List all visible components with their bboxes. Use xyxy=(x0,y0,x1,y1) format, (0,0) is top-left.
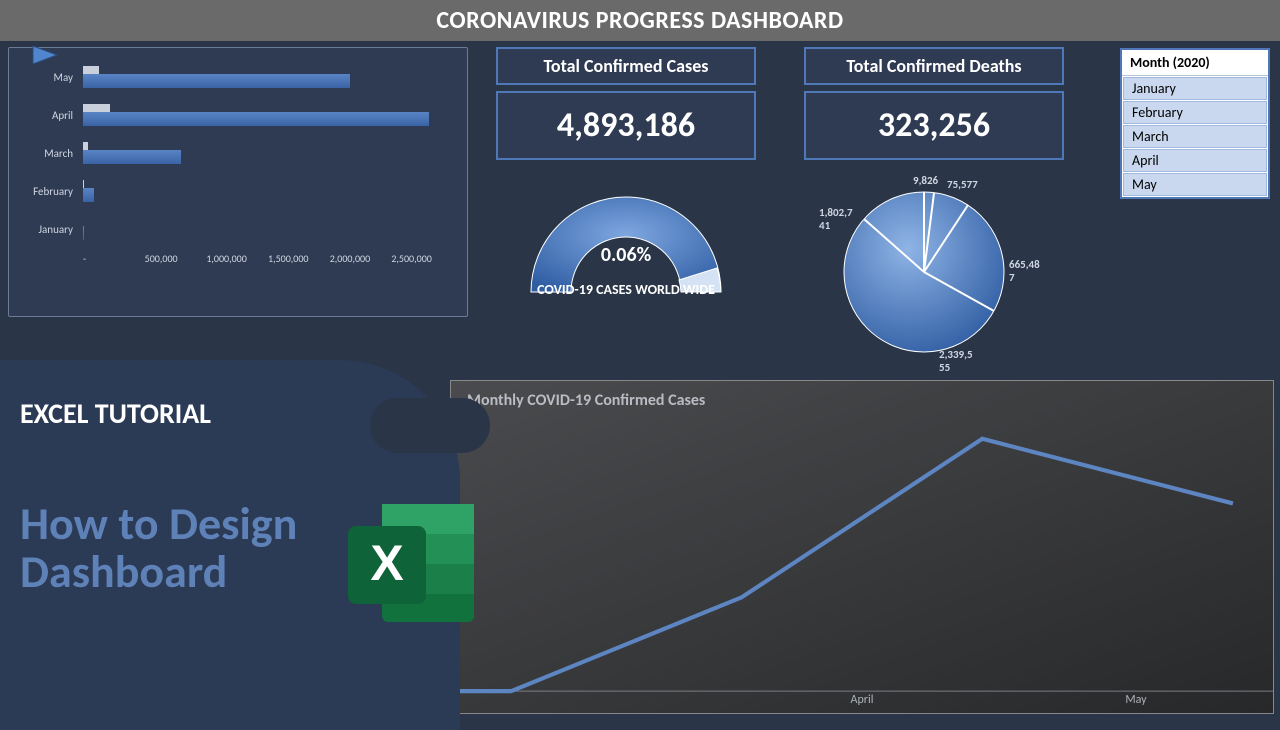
slicer-item[interactable]: April xyxy=(1123,149,1267,172)
deaths-label: Total Confirmed Deaths xyxy=(804,47,1064,85)
gauge-chart: 0.06% COVID-19 CASES WORLD WIDE xyxy=(496,172,756,298)
bar-chart-x-axis: -500,0001,000,0001,500,0002,000,0002,500… xyxy=(83,252,453,265)
page-title: CORONAVIRUS PROGRESS DASHBOARD xyxy=(0,0,1280,41)
bar-row: April xyxy=(27,96,453,134)
pie-label: 1,802,7 41 xyxy=(819,206,853,232)
pie-label: 75,577 xyxy=(947,178,978,191)
deaths-value: 323,256 xyxy=(804,91,1064,160)
bar-category-label: April xyxy=(27,109,77,122)
cases-label: Total Confirmed Cases xyxy=(496,47,756,85)
month-slicer[interactable]: Month (2020) JanuaryFebruaryMarchAprilMa… xyxy=(1120,48,1270,199)
bar-row: January xyxy=(27,210,453,248)
excel-icon: X xyxy=(340,490,490,640)
line-chart-title: Monthly COVID-19 Confirmed Cases xyxy=(451,381,1273,420)
bar-chart: May April March February January -500,0001,0… xyxy=(8,47,468,317)
cases-value: 4,893,186 xyxy=(496,91,756,160)
tutorial-subtitle: EXCEL TUTORIAL xyxy=(20,396,211,431)
gauge-value: 0.06% xyxy=(496,243,756,267)
pie-label: 665,48 7 xyxy=(1009,258,1040,284)
bar-category-label: February xyxy=(27,185,77,198)
bar-row: March xyxy=(27,134,453,172)
slicer-item[interactable]: January xyxy=(1123,77,1267,100)
tutorial-title: How to DesignDashboard xyxy=(20,500,297,597)
pie-label: 2,339,5 55 xyxy=(939,348,973,374)
bar-category-label: May xyxy=(27,71,77,84)
pie-chart: 9,826 75,577 665,48 7 2,339,5 55 1,802,7… xyxy=(819,172,1049,367)
bar-row: May xyxy=(27,58,453,96)
line-chart: Monthly COVID-19 Confirmed Cases April M… xyxy=(450,380,1274,714)
bar-category-label: March xyxy=(27,147,77,160)
slicer-item[interactable]: March xyxy=(1123,125,1267,148)
slicer-item[interactable]: May xyxy=(1123,173,1267,196)
slicer-item[interactable]: February xyxy=(1123,101,1267,124)
svg-text:X: X xyxy=(370,535,403,591)
play-icon[interactable] xyxy=(31,44,61,66)
pie-label: 9,826 xyxy=(913,174,938,187)
bar-category-label: January xyxy=(27,223,77,236)
bar-row: February xyxy=(27,172,453,210)
slicer-title: Month (2020) xyxy=(1122,50,1268,76)
line-chart-x-axis: April May xyxy=(451,693,1273,707)
